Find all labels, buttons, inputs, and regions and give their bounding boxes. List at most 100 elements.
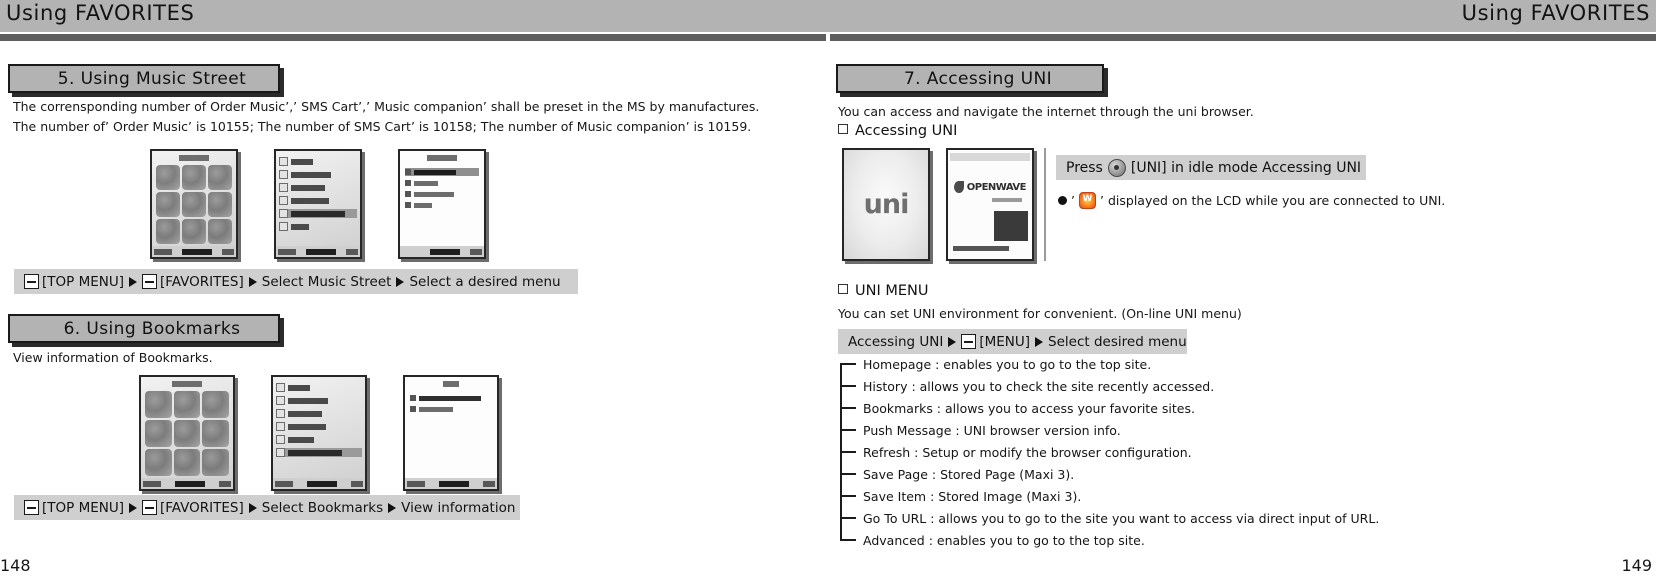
right-page: Using FAVORITES 7. Accessing UNI You can… [828, 0, 1656, 577]
phone-screenshot-bookmark-info [403, 375, 499, 491]
keypath2-step-1-label: [TOP MENU] [42, 499, 124, 516]
list-bracket-spine [840, 364, 842, 540]
note-quote-close: ’ [1099, 193, 1104, 208]
arrow-right-icon-8 [1035, 336, 1044, 347]
openwave-mark-icon [954, 181, 964, 193]
square-bullet-icon [838, 124, 848, 134]
openwave-logo-text: OPENWAVE [966, 181, 1027, 193]
note-quote-open: ’ [1071, 193, 1075, 208]
section-heading-accessing-uni: 7. Accessing UNI [836, 64, 1104, 93]
list-item-label: Refresh : Setup or modify the browser co… [863, 444, 1192, 460]
list-item: Advanced : enables you to go to the top … [840, 529, 1540, 551]
section-intro-accessing-uni: You can access and navigate the internet… [838, 104, 1254, 119]
list-item: Go To URL : allows you to go to the site… [840, 507, 1540, 529]
phone-screenshot-music-street-menu [398, 149, 486, 259]
phone-screenshot-favorites-list-2 [271, 375, 367, 491]
list-item-label: Push Message : UNI browser version info. [863, 422, 1121, 438]
keypath-step-4-label: Select a desired menu [409, 273, 561, 290]
list-item: History : allows you to check the site r… [840, 375, 1540, 397]
left-header-rule-dark [0, 34, 826, 41]
keypath-bookmarks: [TOP MENU] [FAVORITES] Select Bookmarks … [14, 495, 520, 520]
keypath-uni-menu: Accessing UNI [MENU] Select desired menu [838, 329, 1187, 354]
phone-screenshot-uni-splash: uni [842, 148, 930, 261]
uni-key-icon[interactable] [1107, 158, 1126, 177]
lcd-softkey-bar [141, 478, 233, 489]
phone-screenshot-favorites-grid-2 [139, 375, 235, 491]
uni-logo-text: uni [863, 189, 910, 220]
lcd-statusbar [950, 153, 1030, 161]
openwave-logo: OPENWAVE [954, 180, 1027, 194]
subheading-uni-menu: UNI MENU [838, 283, 928, 299]
keypath-music-street: [TOP MENU] [FAVORITES] Select Music Stre… [14, 269, 578, 294]
note-box-prefix: Press [1066, 159, 1103, 176]
right-header-rule-dark [830, 34, 1656, 41]
lcd-softkey-bar [405, 478, 497, 489]
arrow-right-icon-5 [248, 502, 257, 513]
list-item-label: Save Item : Stored Image (Maxi 3). [863, 488, 1082, 504]
left-page: Using FAVORITES 5. Using Music Street Th… [0, 0, 828, 577]
arrow-right-icon [129, 276, 137, 287]
list-item-label: Save Page : Stored Page (Maxi 3). [863, 466, 1075, 482]
right-page-number: 149 [1621, 556, 1652, 575]
list-tick-icon [840, 385, 856, 387]
lcd-titlebar [152, 153, 236, 163]
lcd-plain-rows [403, 165, 481, 244]
list-item: Bookmarks : allows you to access your fa… [840, 397, 1540, 419]
keypath3-step-1-label: Accessing UNI [848, 333, 944, 350]
lcd-icon-grid [156, 165, 232, 244]
section-heading-music-street-label: 5. Using Music Street [57, 68, 247, 89]
list-item: Save Item : Stored Image (Maxi 3). [840, 485, 1540, 507]
phone-screenshot-favorites-grid-1 [150, 149, 238, 259]
note-box-suffix: [UNI] in idle mode Accessing UNI [1130, 159, 1362, 176]
list-tick-icon [840, 495, 856, 497]
list-item-label: History : allows you to check the site r… [863, 378, 1215, 394]
keypath-step-3-label: Select Music Street [261, 273, 392, 290]
section-heading-bookmarks: 6. Using Bookmarks [8, 314, 280, 343]
lcd-softkey-bar [276, 246, 360, 257]
softkey-minus-icon-5[interactable] [961, 334, 977, 349]
note-box-press-uni: Press [UNI] in idle mode Accessing UNI [1056, 155, 1366, 180]
openwave-badge-icon [994, 211, 1028, 241]
right-running-header: Using FAVORITES [1461, 1, 1650, 25]
softkey-minus-icon[interactable] [24, 274, 39, 289]
list-tick-icon [840, 539, 856, 541]
square-bullet-icon-2 [838, 284, 848, 294]
lcd-icon-grid [145, 391, 229, 476]
list-item: Refresh : Setup or modify the browser co… [840, 441, 1540, 463]
subheading-accessing-uni: Accessing UNI [838, 123, 957, 139]
arrow-right-icon-4 [129, 502, 137, 513]
softkey-minus-icon-3[interactable] [24, 500, 39, 515]
lcd-list-rows [276, 383, 362, 476]
phone-screenshot-openwave: OPENWAVE [946, 148, 1034, 261]
left-page-number: 148 [0, 556, 31, 575]
keypath2-step-3-label: Select Bookmarks [261, 499, 384, 516]
softkey-minus-icon-2[interactable] [142, 274, 157, 289]
list-item-label: Homepage : enables you to go to the top … [863, 356, 1152, 372]
list-tick-icon [840, 429, 856, 431]
subheading-uni-menu-label: UNI MENU [855, 283, 929, 299]
arrow-right-icon-2 [248, 276, 257, 287]
arrow-right-icon-7 [948, 336, 957, 347]
keypath2-step-4-label: View information [401, 499, 516, 516]
list-tick-icon [840, 473, 856, 475]
arrow-right-icon-6 [388, 502, 397, 513]
note-line-text: displayed on the LCD while you are conne… [1107, 193, 1446, 208]
section-heading-bookmarks-label: 6. Using Bookmarks [63, 318, 241, 339]
keypath2-step-2-label: [FAVORITES] [160, 499, 244, 516]
lcd-titlebar [405, 379, 497, 389]
phone-screenshot-favorites-list-1 [274, 149, 362, 259]
openwave-subtext [992, 198, 1022, 202]
list-item: Save Page : Stored Page (Maxi 3). [840, 463, 1540, 485]
lcd-plain-rows [408, 391, 494, 476]
lcd-list-rows [279, 157, 357, 244]
left-running-header: Using FAVORITES [6, 1, 195, 25]
list-tick-icon [840, 517, 856, 519]
openwave-screen: OPENWAVE [948, 150, 1032, 259]
uni-connected-w-icon [1078, 192, 1096, 209]
list-item-label: Bookmarks : allows you to access your fa… [863, 400, 1195, 416]
note-line-uni-connected: ’ ’ displayed on the LCD while you are c… [1058, 192, 1445, 209]
subheading-accessing-uni-label: Accessing UNI [855, 123, 958, 139]
softkey-minus-icon-4[interactable] [142, 500, 157, 515]
lcd-softkey-bar [152, 246, 236, 257]
keypath3-step-3-label: Select desired menu [1048, 333, 1187, 350]
